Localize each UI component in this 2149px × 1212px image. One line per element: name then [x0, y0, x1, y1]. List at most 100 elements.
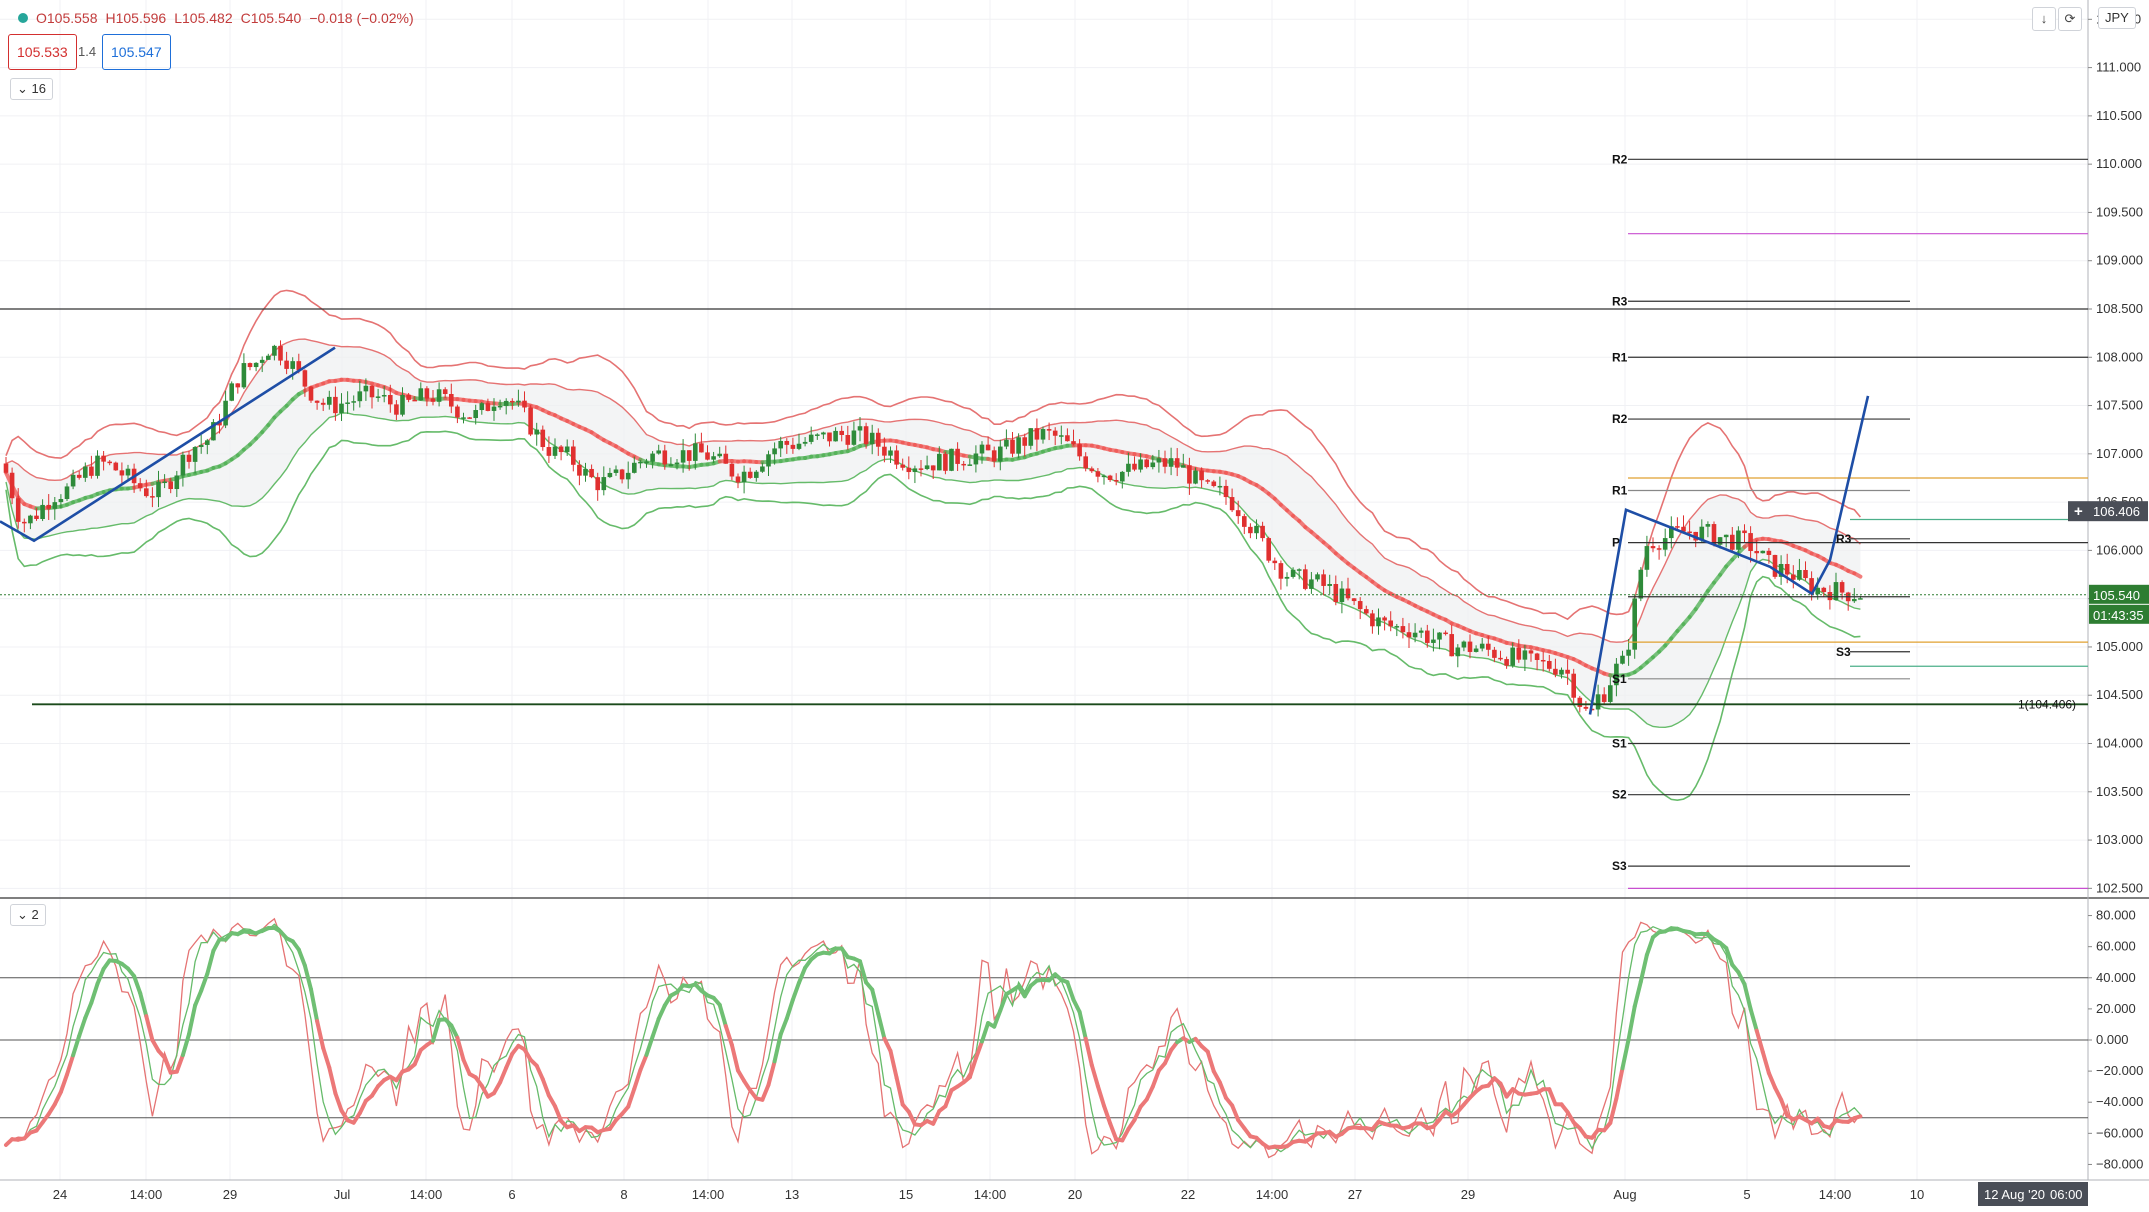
candle-body [1822, 588, 1827, 592]
candle-body [1468, 642, 1473, 652]
refresh-icon[interactable]: ⟳ [2058, 7, 2082, 31]
candle-body [797, 444, 802, 449]
candle-body [303, 370, 308, 386]
price-tick-label: 107.500 [2096, 398, 2143, 413]
candle-body [1090, 468, 1095, 471]
candle-body [559, 447, 564, 453]
indicators-toggle-main[interactable]: ⌄ 16 [10, 78, 53, 100]
candle-body [669, 464, 674, 466]
candle-body [1151, 462, 1156, 467]
candle-body [364, 386, 369, 392]
candle-body [571, 446, 576, 464]
stoch-slow-segment [1854, 1116, 1860, 1118]
chart-root[interactable]: R2R3R1R2R1PR3S3S11(104.406)S1S2S3111.500… [0, 0, 2149, 1207]
candle-body [1315, 574, 1320, 579]
candle-body [656, 450, 661, 453]
chart-svg[interactable]: R2R3R1R2R1PR3S3S11(104.406)S1S2S3111.500… [0, 0, 2149, 1207]
candle-body [1498, 658, 1503, 660]
candle-body [1291, 570, 1296, 577]
candle-body [785, 441, 790, 445]
spread-value: 1.4 [78, 44, 96, 59]
candle-body [1474, 649, 1479, 652]
osc-tick-label: −40.000 [2096, 1094, 2143, 1109]
price-tick-label: 107.000 [2096, 446, 2143, 461]
candle-body [925, 465, 930, 469]
candle-body [614, 469, 619, 472]
candle-body [406, 395, 411, 400]
candle-body [1102, 476, 1107, 478]
candle-body [504, 401, 509, 406]
candle-body [1321, 574, 1326, 586]
legend-open: O105.558 [36, 10, 98, 26]
candle-body [260, 360, 265, 363]
pivot-label: S3 [1612, 859, 1627, 873]
candle-body [492, 407, 497, 411]
candle-body [943, 454, 948, 471]
candle-body [400, 395, 405, 415]
candle-body [236, 383, 241, 387]
candle-body [242, 363, 247, 387]
sell-price-box[interactable]: 105.533 [8, 34, 77, 70]
candle-body [577, 465, 582, 476]
candle-body [638, 462, 643, 464]
candle-body [1761, 551, 1766, 553]
time-tick-label: Aug [1613, 1187, 1636, 1202]
candle-body [626, 473, 631, 479]
candle-body [168, 482, 173, 489]
time-tick-label: 24 [53, 1187, 67, 1202]
candle-body [351, 401, 356, 403]
candle-body [345, 402, 350, 404]
candle-body [1736, 531, 1741, 550]
pivot-label: R1 [1612, 350, 1628, 364]
pivot-label: 1(104.406) [2018, 697, 2076, 711]
candle-body [565, 446, 570, 452]
time-tick-label: 5 [1743, 1187, 1750, 1202]
currency-label[interactable]: JPY [2098, 7, 2136, 29]
candle-body [1407, 632, 1412, 637]
candle-body [528, 408, 533, 435]
candle-body [83, 467, 88, 478]
candle-body [358, 391, 363, 401]
candle-body [4, 463, 9, 472]
candle-body [370, 386, 375, 398]
candle-body [339, 404, 344, 413]
candle-body [846, 435, 851, 445]
time-tag-date: 12 Aug '20 [1984, 1187, 2045, 1202]
candle-body [1608, 685, 1613, 702]
time-tick-label: 29 [1461, 1187, 1475, 1202]
price-tick-label: 110.000 [2096, 156, 2142, 171]
candle-body [1016, 437, 1021, 453]
candle-body [870, 433, 875, 444]
download-icon[interactable]: ↓ [2032, 7, 2056, 31]
candle-body [595, 477, 600, 490]
pivot-label: R2 [1612, 412, 1628, 426]
candle-body [1742, 531, 1747, 534]
candle-body [1748, 533, 1753, 551]
candle-body [1547, 661, 1552, 669]
candle-body [1535, 653, 1540, 659]
buy-price-box[interactable]: 105.547 [102, 34, 171, 70]
candle-body [1071, 441, 1076, 444]
candle-body [327, 397, 332, 405]
candle-body [376, 396, 381, 398]
candle-body [1279, 563, 1284, 579]
candle-body [998, 447, 1003, 462]
candle-body [480, 403, 485, 410]
candle-body [120, 470, 125, 475]
candle-body [1571, 674, 1576, 698]
time-tick-label: 10 [1910, 1187, 1924, 1202]
candle-body [772, 448, 777, 454]
candle-body [290, 361, 295, 369]
candle-body [1767, 551, 1772, 555]
candle-body [1443, 633, 1448, 635]
candle-body [1205, 480, 1210, 482]
candle-body [425, 388, 430, 398]
candle-body [22, 522, 27, 524]
time-tick-label: 14:00 [1819, 1187, 1852, 1202]
candle-body [1858, 598, 1863, 600]
indicators-toggle-osc[interactable]: ⌄ 2 [10, 904, 46, 926]
time-tick-label: 8 [620, 1187, 627, 1202]
candle-body [1639, 570, 1644, 599]
candle-body [388, 395, 393, 404]
candle-body [1413, 633, 1418, 638]
